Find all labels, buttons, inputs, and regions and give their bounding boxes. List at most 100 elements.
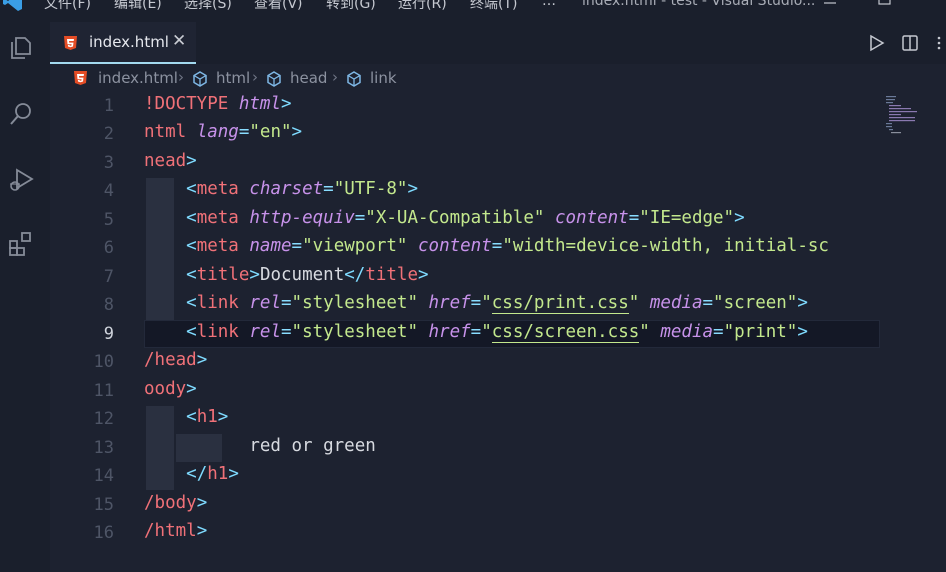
code-line[interactable]: <h1> xyxy=(144,407,228,427)
menu-file[interactable]: 文件(F) xyxy=(44,0,91,13)
code-line[interactable]: <link rel="stylesheet" href="css/print.c… xyxy=(144,293,808,314)
menu-view[interactable]: 查看(V) xyxy=(254,0,303,13)
run-debug-icon[interactable] xyxy=(7,166,35,194)
extensions-icon[interactable] xyxy=(7,230,35,258)
code-token: < xyxy=(186,293,197,313)
code-line[interactable]: red or green xyxy=(144,436,375,456)
code-line[interactable]: oody> xyxy=(144,379,197,399)
code-token: < xyxy=(186,208,197,228)
code-line[interactable]: ntml lang="en"> xyxy=(144,122,302,142)
element-icon xyxy=(193,71,207,87)
code-token: meta xyxy=(196,208,250,228)
code-token: Document xyxy=(259,265,345,285)
code-token: " xyxy=(639,322,661,342)
code-line[interactable]: nead> xyxy=(144,151,197,171)
code-token: = xyxy=(628,208,640,228)
run-icon[interactable] xyxy=(868,34,886,52)
code-token: > xyxy=(407,179,419,199)
code-token: = xyxy=(470,322,482,342)
code-line[interactable]: <meta http-equiv = "X-UA-Compatible" conte… xyxy=(144,208,745,228)
breadcrumb-html[interactable]: html xyxy=(216,69,250,87)
minimize-icon[interactable] xyxy=(822,0,838,7)
code-token: > xyxy=(734,208,745,228)
line-number: 12 xyxy=(93,409,114,429)
code-token: content xyxy=(554,208,629,228)
element-icon xyxy=(267,71,281,87)
line-number: 10 xyxy=(93,352,114,372)
code-line[interactable]: </h1> xyxy=(144,464,239,484)
code-editor[interactable]: 1 2 3 4 5 6 7 8 9 10 11 12 13 14 15 16 !… xyxy=(50,94,946,572)
code-line[interactable]: /body> xyxy=(144,493,207,513)
code-token: media xyxy=(649,293,703,313)
title-bar: 文件(F) 编辑(E) 选择(S) 查看(V) 转到(G) 运行(R) 终端(T… xyxy=(0,0,946,22)
code-token: < xyxy=(186,236,197,256)
code-token: "IE=edge" xyxy=(639,208,735,228)
code-token: ntml xyxy=(144,122,197,142)
line-number: 2 xyxy=(103,124,114,144)
code-token: > xyxy=(291,122,303,142)
activity-bar xyxy=(0,22,50,572)
menu-goto[interactable]: 转到(G) xyxy=(326,0,376,13)
code-token: " xyxy=(481,322,492,342)
code-token: "en" xyxy=(249,122,292,142)
code-token: "X-UA-Compatible" xyxy=(365,208,555,228)
line-number: 11 xyxy=(93,381,114,401)
code-token: http-equiv xyxy=(249,208,355,228)
code-token: " xyxy=(628,293,650,313)
line-number: 8 xyxy=(103,295,114,315)
code-token: > xyxy=(196,521,208,541)
split-editor-icon[interactable] xyxy=(901,34,919,52)
code-token: < xyxy=(186,179,197,199)
code-token: rel xyxy=(249,322,281,342)
breadcrumb-head[interactable]: head xyxy=(290,69,327,87)
code-line[interactable]: <link rel="stylesheet" href="css/screen.… xyxy=(144,322,808,343)
window-title: index.html - test - Visual Studio... xyxy=(582,0,816,9)
line-number: 13 xyxy=(93,438,114,458)
minimap[interactable] xyxy=(886,94,946,134)
code-line[interactable]: /html> xyxy=(144,521,207,541)
code-token: > xyxy=(186,151,197,171)
line-number: 6 xyxy=(103,238,114,258)
code-token: title xyxy=(365,265,418,285)
search-icon[interactable] xyxy=(7,100,35,128)
code-line[interactable]: /head> xyxy=(144,350,207,370)
html5-icon xyxy=(74,71,87,85)
code-token: > xyxy=(797,322,808,342)
code-line[interactable]: <meta name="viewport" content="width=dev… xyxy=(144,236,829,256)
maximize-icon[interactable] xyxy=(877,0,893,7)
code-token: title xyxy=(196,265,250,285)
code-token: > xyxy=(280,94,292,114)
menu-selection[interactable]: 选择(S) xyxy=(184,0,232,13)
tab-close-button[interactable]: ✕ xyxy=(172,31,186,51)
code-token: = xyxy=(713,322,724,342)
vscode-logo-icon xyxy=(3,0,22,11)
html5-icon xyxy=(64,36,77,50)
breadcrumb-separator: › xyxy=(178,68,184,86)
code-token: "stylesheet" xyxy=(291,293,429,313)
code-line[interactable]: <title>Document</title> xyxy=(144,265,428,285)
code-token: html xyxy=(238,94,281,114)
menu-terminal[interactable]: 终端(T) xyxy=(470,0,517,13)
line-number-active: 9 xyxy=(103,324,114,344)
menu-more[interactable]: … xyxy=(542,0,556,9)
breadcrumb: index.html › html › head › link xyxy=(50,64,946,94)
more-actions-icon[interactable] xyxy=(932,34,946,52)
tab-index-html[interactable]: index.html ✕ xyxy=(50,22,196,64)
explorer-icon[interactable] xyxy=(7,34,35,62)
code-token: > xyxy=(217,407,229,427)
code-line[interactable]: !DOCTYPE html> xyxy=(144,94,292,114)
menu-edit[interactable]: 编辑(E) xyxy=(114,0,162,13)
line-number: 15 xyxy=(93,495,114,515)
code-token: = xyxy=(470,293,482,313)
code-line[interactable]: <meta charset="UTF-8"> xyxy=(144,179,418,199)
breadcrumb-link[interactable]: link xyxy=(370,69,397,87)
code-token: > xyxy=(186,379,197,399)
code-token: > xyxy=(196,350,208,370)
breadcrumb-file[interactable]: index.html xyxy=(98,69,178,87)
code-token: h1 xyxy=(207,464,229,484)
menu-run[interactable]: 运行(R) xyxy=(398,0,447,13)
